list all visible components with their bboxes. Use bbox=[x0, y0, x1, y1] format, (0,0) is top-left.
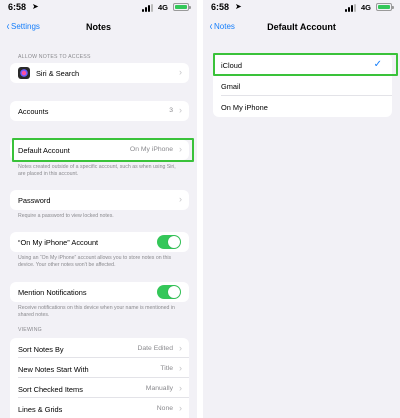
status-bar: 6:58 ➤ 4G bbox=[203, 0, 400, 14]
chevron-right-icon: › bbox=[179, 403, 182, 413]
viewing-group: Sort Notes By Date Edited › New Notes St… bbox=[10, 338, 189, 418]
on-my-iphone-account-row: “On My iPhone” Account bbox=[10, 232, 189, 251]
allow-access-header: ALLOW NOTES TO ACCESS bbox=[18, 54, 91, 60]
password-row[interactable]: Password › bbox=[10, 190, 189, 209]
sort-notes-by-label: Sort Notes By bbox=[18, 345, 64, 354]
page-title: Default Account bbox=[267, 22, 336, 32]
password-cell: Password › bbox=[10, 190, 189, 210]
sort-notes-by-row[interactable]: Sort Notes By Date Edited › bbox=[10, 339, 189, 358]
mention-notifications-cell: Mention Notifications bbox=[10, 282, 189, 302]
chevron-right-icon: › bbox=[179, 383, 182, 393]
accounts-label: Accounts bbox=[18, 107, 49, 116]
page-title: Notes bbox=[85, 22, 111, 32]
option-on-my-iphone-label: On My iPhone bbox=[221, 103, 268, 112]
lines-grids-value: None bbox=[156, 405, 173, 412]
mention-notifications-row: Mention Notifications bbox=[10, 282, 189, 301]
option-on-my-iphone[interactable]: On My iPhone bbox=[213, 97, 392, 117]
divider bbox=[18, 357, 189, 358]
default-account-footnote: Notes created outside of a specific acco… bbox=[18, 164, 176, 177]
cellular-signal-icon bbox=[142, 4, 155, 12]
mention-footnote: Receive notifications on this device whe… bbox=[18, 305, 175, 318]
siri-search-label: Siri & Search bbox=[36, 69, 80, 78]
on-my-iphone-account-cell: “On My iPhone” Account bbox=[10, 232, 189, 252]
sort-checked-items-row[interactable]: Sort Checked Items Manually › bbox=[10, 379, 189, 398]
sort-checked-items-value: Manually bbox=[145, 385, 173, 392]
network-type: 4G bbox=[360, 3, 371, 12]
chevron-right-icon: › bbox=[179, 67, 182, 77]
lines-grids-row[interactable]: Lines & Grids None › bbox=[10, 399, 189, 418]
sort-notes-by-value: Date Edited bbox=[137, 345, 173, 352]
accounts-row[interactable]: Accounts 3 › bbox=[10, 101, 189, 120]
status-bar: 6:58 ➤ 4G bbox=[0, 0, 197, 14]
location-arrow-icon: ➤ bbox=[32, 2, 39, 11]
new-notes-start-with-label: New Notes Start With bbox=[18, 365, 89, 374]
mention-notifications-toggle[interactable] bbox=[157, 285, 181, 299]
option-gmail[interactable]: Gmail bbox=[213, 76, 392, 96]
viewing-header: VIEWING bbox=[18, 327, 42, 333]
chevron-right-icon: › bbox=[179, 343, 182, 353]
default-account-screen: 6:58 ➤ 4G ‹ Notes Default Account iCloud … bbox=[203, 0, 400, 418]
siri-search-row[interactable]: Siri & Search › bbox=[10, 63, 189, 82]
sort-checked-items-label: Sort Checked Items bbox=[18, 385, 83, 394]
on-my-iphone-account-toggle[interactable] bbox=[157, 235, 181, 249]
status-time: 6:58 bbox=[8, 2, 27, 12]
mention-notifications-label: Mention Notifications bbox=[18, 288, 87, 297]
on-my-iphone-footnote: Using an “On My iPhone” account allows y… bbox=[18, 255, 172, 268]
location-arrow-icon: ➤ bbox=[235, 2, 242, 11]
new-notes-start-with-value: Title bbox=[160, 365, 173, 372]
divider bbox=[221, 95, 392, 96]
divider bbox=[18, 377, 189, 378]
chevron-right-icon: › bbox=[179, 194, 182, 204]
accounts-cell: Accounts 3 › bbox=[10, 101, 189, 121]
chevron-right-icon: › bbox=[179, 363, 182, 373]
nav-bar: ‹ Notes Default Account bbox=[203, 14, 400, 42]
on-my-iphone-account-label: “On My iPhone” Account bbox=[18, 238, 99, 247]
status-time: 6:58 bbox=[211, 2, 230, 12]
toggle-knob bbox=[168, 236, 180, 248]
option-gmail-label: Gmail bbox=[221, 82, 241, 91]
toggle-knob bbox=[168, 286, 180, 298]
password-footnote: Require a password to view locked notes. bbox=[18, 213, 114, 219]
siri-icon bbox=[18, 67, 30, 79]
cellular-signal-icon bbox=[345, 4, 358, 12]
notes-settings-screen: 6:58 ➤ 4G ‹ Settings Notes ALLOW NOTES TO… bbox=[0, 0, 197, 418]
new-notes-start-with-row[interactable]: New Notes Start With Title › bbox=[10, 359, 189, 378]
siri-search-cell: Siri & Search › bbox=[10, 63, 189, 83]
network-type: 4G bbox=[157, 3, 168, 12]
highlight-box bbox=[12, 138, 194, 162]
battery-icon bbox=[376, 3, 394, 11]
battery-icon bbox=[173, 3, 191, 11]
nav-bar: ‹ Settings Notes bbox=[0, 14, 197, 42]
password-label: Password bbox=[18, 196, 51, 205]
chevron-right-icon: › bbox=[179, 105, 182, 115]
divider bbox=[18, 397, 189, 398]
accounts-count: 3 bbox=[169, 107, 173, 114]
lines-grids-label: Lines & Grids bbox=[18, 405, 63, 414]
highlight-box bbox=[213, 53, 398, 76]
